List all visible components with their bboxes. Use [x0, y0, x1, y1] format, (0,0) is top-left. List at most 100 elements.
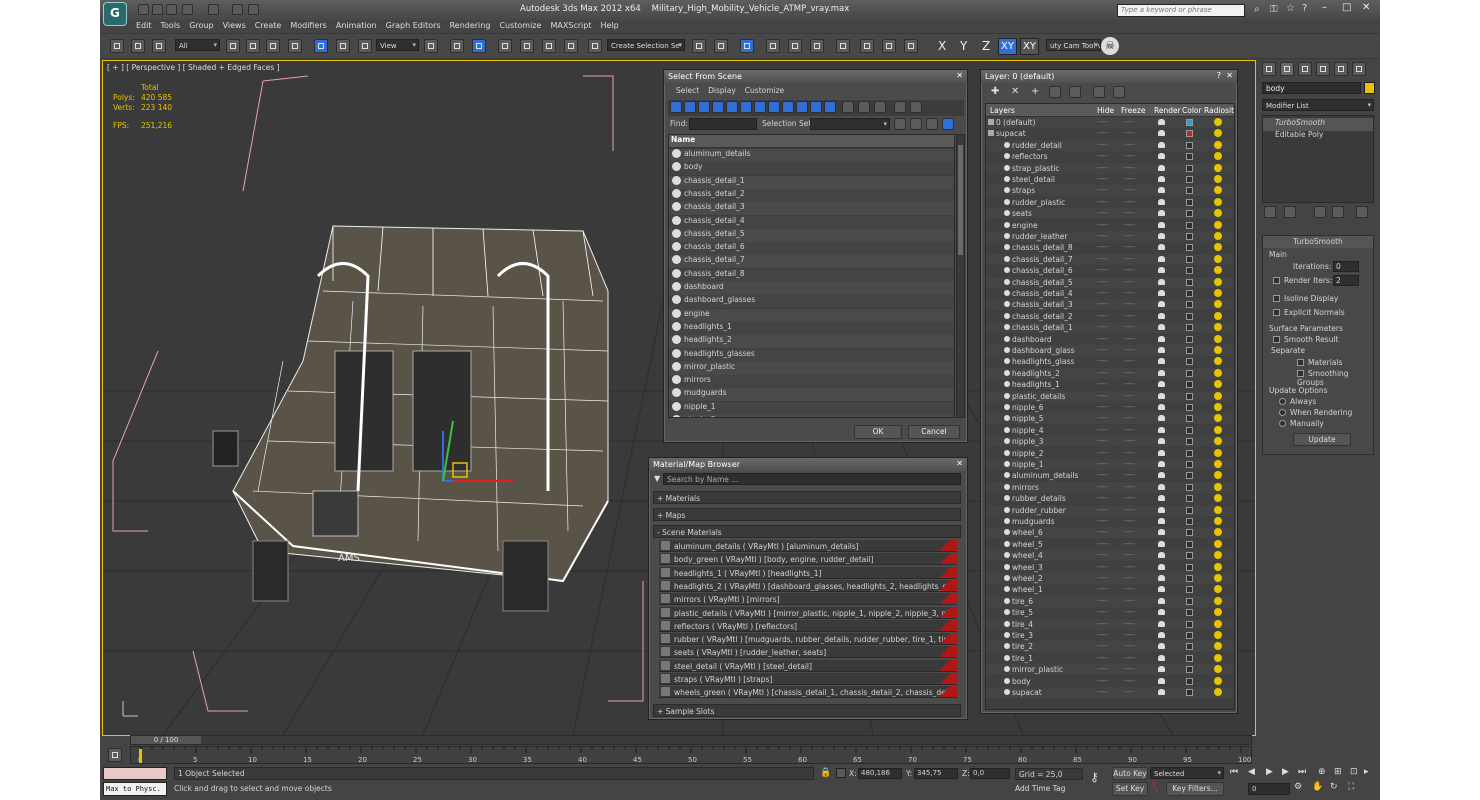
render-teapot-icon[interactable]: [1158, 164, 1165, 171]
layer-color-swatch[interactable]: [1186, 586, 1193, 594]
material-editor-icon[interactable]: [836, 39, 850, 53]
render-teapot-icon[interactable]: [1158, 620, 1165, 627]
maximize-icon[interactable]: □: [1342, 2, 1351, 13]
layer-object-row[interactable]: plastic_details ---- ----: [986, 390, 1234, 402]
layer-object-row[interactable]: mirrors ---- ----: [986, 481, 1234, 493]
filter-invert-icon[interactable]: [874, 101, 886, 113]
radiosity-icon[interactable]: [1214, 323, 1222, 332]
render-teapot-icon[interactable]: [1158, 278, 1165, 285]
layer-object-row[interactable]: nipple_4 ---- ----: [986, 424, 1234, 436]
sfs-list-item[interactable]: chassis_detail_1: [669, 175, 954, 189]
layer-color-swatch[interactable]: [1186, 312, 1193, 320]
radiosity-icon[interactable]: [1214, 494, 1222, 503]
render-iters-checkbox[interactable]: [1273, 277, 1280, 284]
freeze-all-icon[interactable]: [1113, 86, 1125, 98]
radiosity-icon[interactable]: [1214, 197, 1222, 206]
menu-help[interactable]: Help: [601, 21, 619, 30]
radiosity-icon[interactable]: [1214, 585, 1222, 594]
select-manipulate-icon[interactable]: [450, 39, 464, 53]
layer-object-row[interactable]: rudder_plastic ---- ----: [986, 196, 1234, 208]
freeze-toggle[interactable]: ----: [1124, 676, 1135, 685]
freeze-toggle[interactable]: ----: [1124, 151, 1135, 160]
render-teapot-icon[interactable]: [1158, 301, 1165, 308]
render-teapot-icon[interactable]: [1158, 540, 1165, 547]
filter-none-icon[interactable]: [858, 101, 870, 113]
sfs-list-item[interactable]: headlights_1: [669, 321, 954, 335]
freeze-toggle[interactable]: ----: [1124, 470, 1135, 479]
materials-checkbox[interactable]: [1297, 359, 1304, 366]
layer-color-swatch[interactable]: [1186, 563, 1193, 571]
radiosity-icon[interactable]: [1214, 243, 1222, 252]
new-file-icon[interactable]: [138, 4, 149, 15]
render-teapot-icon[interactable]: [1158, 654, 1165, 661]
radiosity-icon[interactable]: [1214, 357, 1222, 366]
layer-color-swatch[interactable]: [1186, 472, 1193, 480]
layer-color-swatch[interactable]: [1186, 620, 1193, 628]
sfs-name-column-header[interactable]: Name: [669, 135, 954, 148]
render-teapot-icon[interactable]: [1158, 438, 1165, 445]
freeze-toggle[interactable]: ----: [1124, 231, 1135, 240]
radiosity-icon[interactable]: [1214, 186, 1222, 195]
layer-object-row[interactable]: nipple_5 ---- ----: [986, 413, 1234, 425]
sfs-list-item[interactable]: chassis_detail_6: [669, 242, 954, 256]
freeze-toggle[interactable]: ----: [1124, 345, 1135, 354]
layer-object-row[interactable]: chassis_detail_5 ---- ----: [986, 276, 1234, 288]
layer-object-row[interactable]: reflectors ---- ----: [986, 151, 1234, 163]
hide-toggle[interactable]: ----: [1097, 288, 1108, 297]
hide-toggle[interactable]: ----: [1097, 470, 1108, 479]
hide-toggle[interactable]: ----: [1097, 242, 1108, 251]
hide-toggle[interactable]: ----: [1097, 368, 1108, 377]
sfs-tree-icon[interactable]: [926, 118, 938, 130]
sfs-find-case-icon[interactable]: [894, 118, 906, 130]
schematic-view-icon[interactable]: [810, 39, 824, 53]
layer-color-swatch[interactable]: [1186, 164, 1193, 172]
layer-object-row[interactable]: engine ---- ----: [986, 219, 1234, 231]
render-teapot-icon[interactable]: [1158, 575, 1165, 581]
sfs-list-item[interactable]: engine: [669, 308, 954, 322]
set-key-button[interactable]: Set Key: [1112, 782, 1148, 796]
sfs-list-item[interactable]: dashboard: [669, 282, 954, 295]
hide-toggle[interactable]: ----: [1097, 151, 1108, 160]
layer-object-row[interactable]: supacat ---- ----: [986, 687, 1234, 698]
help-icon[interactable]: ?: [1302, 3, 1307, 14]
layer-object-row[interactable]: rudder_detail ---- ----: [986, 139, 1234, 151]
hide-toggle[interactable]: ----: [1097, 140, 1108, 149]
radiosity-icon[interactable]: [1214, 471, 1222, 480]
spinner-snap-icon[interactable]: [564, 39, 578, 53]
layer-object-row[interactable]: wheel_3 ---- ----: [986, 561, 1234, 573]
hide-toggle[interactable]: ----: [1097, 493, 1108, 502]
hide-toggle[interactable]: ----: [1097, 197, 1108, 206]
sfs-ok-button[interactable]: OK: [854, 425, 902, 439]
hide-toggle[interactable]: ----: [1097, 117, 1108, 126]
cam-tool-dropdown[interactable]: uty Cam Tool v: [1046, 39, 1101, 51]
col-hide[interactable]: Hide: [1097, 106, 1114, 115]
radiosity-icon[interactable]: [1214, 608, 1222, 617]
layer-object-row[interactable]: nipple_1 ---- ----: [986, 459, 1234, 470]
hide-toggle[interactable]: ----: [1097, 345, 1108, 354]
render-teapot-icon[interactable]: [1158, 586, 1165, 593]
app-logo-icon[interactable]: G: [103, 2, 127, 26]
time-slider[interactable]: 0 / 100: [130, 735, 1252, 745]
radiosity-icon[interactable]: [1214, 380, 1222, 389]
freeze-toggle[interactable]: ----: [1124, 425, 1135, 434]
sfs-list-item[interactable]: chassis_detail_4: [669, 215, 954, 229]
smooth-result-checkbox[interactable]: [1273, 336, 1280, 343]
layer-object-row[interactable]: nipple_3 ---- ----: [986, 436, 1234, 448]
hide-toggle[interactable]: ----: [1097, 584, 1108, 593]
render-teapot-icon[interactable]: [1158, 141, 1165, 148]
render-teapot-icon[interactable]: [1158, 426, 1165, 433]
freeze-toggle[interactable]: ----: [1124, 573, 1135, 582]
layer-object-row[interactable]: tire_5 ---- ----: [986, 607, 1234, 619]
key-filter-icon[interactable]: ╲: [1152, 783, 1158, 794]
hide-toggle[interactable]: ----: [1097, 277, 1108, 286]
render-teapot-icon[interactable]: [1158, 369, 1165, 376]
add-to-layer-icon[interactable]: +: [1031, 86, 1039, 97]
radiosity-icon[interactable]: [1214, 129, 1222, 138]
render-teapot-icon[interactable]: [1158, 198, 1165, 205]
pivot-center-icon[interactable]: [424, 39, 438, 53]
radiosity-icon[interactable]: [1214, 300, 1222, 309]
freeze-toggle[interactable]: ----: [1124, 220, 1135, 229]
axis-y-button[interactable]: Y: [960, 39, 967, 53]
freeze-toggle[interactable]: ----: [1124, 607, 1135, 616]
minimize-icon[interactable]: –: [1322, 2, 1327, 13]
